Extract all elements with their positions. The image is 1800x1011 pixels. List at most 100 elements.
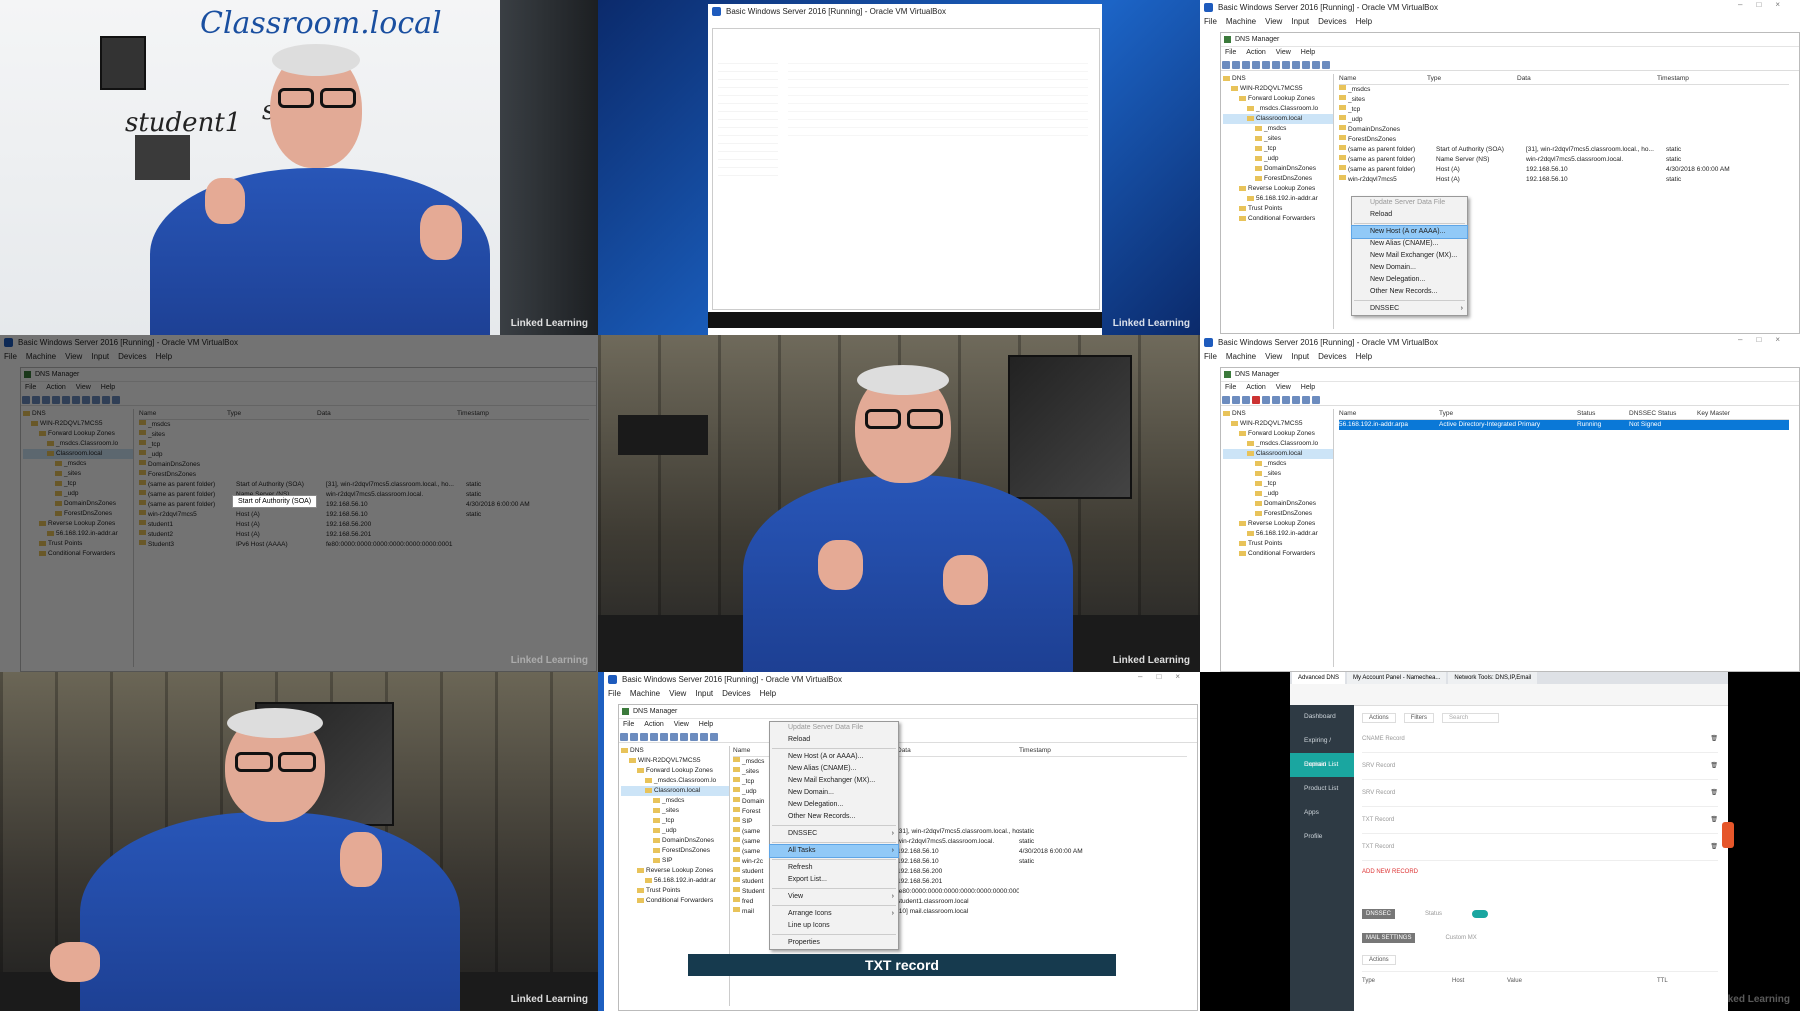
sidebar-item-profile[interactable]: Profile [1290, 825, 1354, 849]
chat-button[interactable] [1722, 822, 1734, 848]
context-menu-item[interactable]: Arrange Icons › [770, 908, 898, 920]
tree-node[interactable]: _udp [1223, 154, 1333, 164]
tree-node[interactable]: ForestDnsZones [1223, 174, 1333, 184]
trash-icon[interactable]: 🗑 [1710, 726, 1718, 752]
tree-node[interactable]: Forward Lookup Zones [1223, 94, 1333, 104]
dns-menu-file[interactable]: File [623, 721, 634, 728]
tree-node[interactable]: DNS [1223, 409, 1333, 419]
status-toggle[interactable] [1472, 910, 1489, 918]
context-menu-item[interactable]: New Delegation... [770, 799, 898, 811]
table-row[interactable]: 56.168.192.in-addr.arpa Active Directory-… [1339, 420, 1789, 430]
table-row[interactable]: win-r2c [733, 857, 773, 867]
table-row[interactable]: fred [733, 897, 773, 907]
sidebar-item-domain-list[interactable]: Domain List [1290, 753, 1354, 777]
menu-help[interactable]: Help [760, 689, 776, 698]
tree-node[interactable]: _tcp [621, 816, 729, 826]
menu-file[interactable]: File [1204, 17, 1217, 26]
tree-node[interactable]: Classroom.local [621, 786, 729, 796]
tree-node[interactable]: _tcp [1223, 479, 1333, 489]
dns-record-row[interactable]: CNAME Record 🗑 [1362, 726, 1718, 753]
tree-node[interactable]: ForestDnsZones [621, 846, 729, 856]
tree-node[interactable]: Classroom.local [1223, 449, 1333, 459]
actions-dropdown[interactable]: Actions [1362, 713, 1396, 723]
context-menu-item[interactable]: Reload [1352, 209, 1467, 221]
trash-icon[interactable]: 🗑 [1710, 807, 1718, 833]
window-controls[interactable]: –□× [1138, 672, 1194, 681]
table-row[interactable]: _tcp [1339, 105, 1789, 115]
table-row[interactable]: _udp [733, 787, 773, 797]
context-menu-item[interactable]: Refresh [770, 862, 898, 874]
dns-menu-action[interactable]: Action [1246, 384, 1265, 391]
dns-menu-action[interactable]: Action [1246, 49, 1265, 56]
tree-node[interactable]: 56.168.192.in-addr.ar [1223, 194, 1333, 204]
tree-node[interactable]: SIP [621, 856, 729, 866]
table-row[interactable]: Forest [733, 807, 773, 817]
tree-node[interactable]: DNS [1223, 74, 1333, 84]
tree-node[interactable]: DomainDnsZones [1223, 499, 1333, 509]
tree-node[interactable]: WIN-R2DQVL7MCS5 [1223, 419, 1333, 429]
menu-view[interactable]: View [1265, 17, 1282, 26]
table-row[interactable]: student [733, 867, 773, 877]
table-row[interactable]: _udp [1339, 115, 1789, 125]
tree-node[interactable]: Trust Points [621, 886, 729, 896]
context-menu-item[interactable]: Update Server Data File [770, 722, 898, 734]
table-row[interactable]: (same as parent folder)Host (A)192.168.5… [1339, 165, 1789, 175]
menu-machine[interactable]: Machine [1226, 352, 1256, 361]
sidebar-item-dashboard[interactable]: Dashboard [1290, 705, 1354, 729]
menu-input[interactable]: Input [1291, 17, 1309, 26]
dns-record-row[interactable]: SRV Record 🗑 [1362, 780, 1718, 807]
context-menu-item[interactable]: New Host (A or AAAA)... [770, 751, 898, 763]
context-menu-item[interactable]: New Delegation... [1352, 274, 1467, 286]
tree-node[interactable]: _msdcs [1223, 124, 1333, 134]
menu-help[interactable]: Help [1356, 17, 1372, 26]
tree-node[interactable]: 56.168.192.in-addr.ar [1223, 529, 1333, 539]
dns-menu-view[interactable]: View [1276, 384, 1291, 391]
menu-input[interactable]: Input [1291, 352, 1309, 361]
tree-node[interactable]: Reverse Lookup Zones [1223, 184, 1333, 194]
trash-icon[interactable]: 🗑 [1710, 834, 1718, 860]
context-menu-item[interactable]: New Alias (CNAME)... [770, 763, 898, 775]
context-menu-item[interactable]: Reload [770, 734, 898, 746]
context-menu-item[interactable]: Properties [770, 937, 898, 949]
dns-menu-file[interactable]: File [1225, 384, 1236, 391]
tree-node[interactable]: DNS [621, 746, 729, 756]
context-menu-item[interactable]: New Domain... [770, 787, 898, 799]
context-menu-item[interactable]: Line up Icons [770, 920, 898, 932]
context-menu-item[interactable]: DNSSEC › [1352, 303, 1467, 315]
dns-menu-file[interactable]: File [1225, 49, 1236, 56]
trash-icon[interactable]: 🗑 [1710, 753, 1718, 779]
tree-node[interactable]: Reverse Lookup Zones [621, 866, 729, 876]
tab-advanced-dns[interactable]: Advanced DNS [1292, 672, 1346, 684]
context-menu-item[interactable]: Other New Records... [770, 811, 898, 823]
tree-node[interactable]: _tcp [1223, 144, 1333, 154]
menu-input[interactable]: Input [695, 689, 713, 698]
context-menu-item[interactable]: New Domain... [1352, 262, 1467, 274]
context-menu-item[interactable]: Update Server Data File [1352, 197, 1467, 209]
dns-record-row[interactable]: TXT Record 🗑 [1362, 807, 1718, 834]
tree-node[interactable]: _sites [1223, 469, 1333, 479]
sidebar-item-apps[interactable]: Apps [1290, 801, 1354, 825]
context-menu-item[interactable]: New Mail Exchanger (MX)... [1352, 250, 1467, 262]
tree-node[interactable]: _udp [621, 826, 729, 836]
menu-devices[interactable]: Devices [1318, 352, 1346, 361]
tab-account-panel[interactable]: My Account Panel - Namechea... [1347, 672, 1447, 684]
table-row[interactable]: (same [733, 837, 773, 847]
table-row[interactable]: Student [733, 887, 773, 897]
tree-node[interactable]: _msdcs.Classroom.lo [621, 776, 729, 786]
tree-node[interactable]: _msdcs [1223, 459, 1333, 469]
tree-node[interactable]: _msdcs.Classroom.lo [1223, 439, 1333, 449]
tree-node[interactable]: DomainDnsZones [1223, 164, 1333, 174]
tab-network-tools[interactable]: Network Tools: DNS,IP,Email [1448, 672, 1538, 684]
table-row[interactable]: student [733, 877, 773, 887]
tree-node[interactable]: _sites [621, 806, 729, 816]
context-menu-item[interactable]: View › [770, 891, 898, 903]
table-row[interactable]: _sites [1339, 95, 1789, 105]
context-menu-item[interactable]: All Tasks › [769, 844, 899, 858]
menu-machine[interactable]: Machine [630, 689, 660, 698]
context-menu-item[interactable]: Export List... [770, 874, 898, 886]
context-menu-item[interactable]: New Host (A or AAAA)... [1351, 225, 1468, 239]
tree-node[interactable]: Classroom.local [1223, 114, 1333, 124]
tree-node[interactable]: Trust Points [1223, 204, 1333, 214]
table-row[interactable]: mail [733, 907, 773, 917]
context-menu-item[interactable]: DNSSEC › [770, 828, 898, 840]
